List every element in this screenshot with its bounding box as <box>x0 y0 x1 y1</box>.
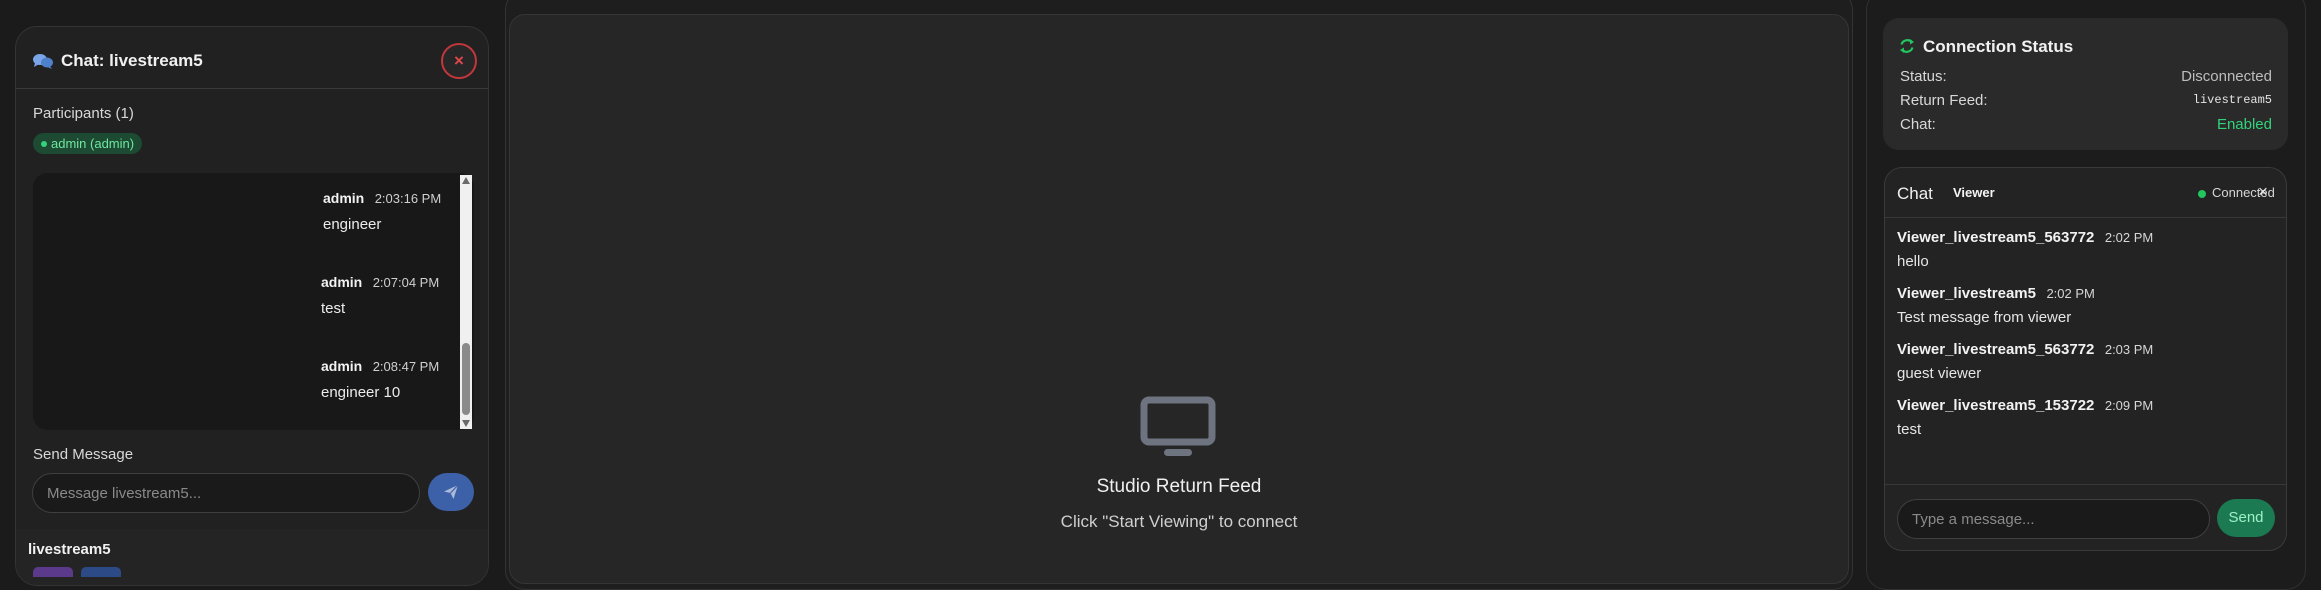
connection-status-title: Connection Status <box>1923 37 2074 56</box>
viewer-send-button[interactable]: Send <box>2217 499 2275 537</box>
message-text: engineer <box>323 216 382 233</box>
message-list[interactable]: admin 2:03:16 PM engineer admin 2:07:04 … <box>33 173 474 430</box>
chat-message: Viewer_livestream5_563772 2:03 PM guest … <box>1897 341 2153 382</box>
message-author: Viewer_livestream5 <box>1897 285 2036 302</box>
stream-name: livestream5 <box>28 541 111 558</box>
message-time: 2:07:04 PM <box>372 275 440 290</box>
message-time: 2:09 PM <box>2104 398 2154 413</box>
monitor-icon <box>1140 396 1216 456</box>
refresh-icon <box>1900 39 1914 53</box>
participant-badge: admin (admin) <box>33 133 143 154</box>
left-chat-panel: Chat: livestream5 × Participants (1) adm… <box>15 26 489 586</box>
scroll-up-arrow-icon[interactable] <box>462 177 470 184</box>
message-author: admin <box>321 358 363 374</box>
return-feed-panel <box>509 14 1849 584</box>
scrollbar-thumb[interactable] <box>462 343 470 415</box>
message-time: 2:02 PM <box>2046 286 2095 301</box>
message-author: Viewer_livestream5_153722 <box>1897 397 2095 414</box>
message-time: 2:02 PM <box>2104 230 2154 245</box>
message-text: Test message from viewer <box>1897 309 2072 326</box>
message-item: admin 2:03:16 PM engineer <box>323 190 441 233</box>
status-value: Disconnected <box>2181 68 2272 85</box>
viewer-message-input[interactable] <box>1897 499 2210 539</box>
message-text: engineer 10 <box>321 384 401 401</box>
chat-message: Viewer_livestream5 2:02 PM Test message … <box>1897 285 2095 326</box>
chat-message: Viewer_livestream5_153722 2:09 PM test <box>1897 397 2153 438</box>
status-label: Status: <box>1900 68 1947 85</box>
viewer-chat-title: Chat <box>1897 184 1933 203</box>
message-text: guest viewer <box>1897 365 1982 382</box>
message-item: admin 2:08:47 PM engineer 10 <box>321 358 439 401</box>
connected-dot-icon <box>2198 190 2206 198</box>
online-dot-icon <box>41 141 47 147</box>
message-author: Viewer_livestream5_563772 <box>1897 229 2095 246</box>
close-chat-button[interactable]: × <box>441 43 477 79</box>
scroll-down-arrow-icon[interactable] <box>462 420 470 427</box>
chat-message: Viewer_livestream5_563772 2:02 PM hello <box>1897 229 2153 270</box>
message-author: admin <box>321 274 363 290</box>
viewer-badge: Viewer <box>1953 185 1995 200</box>
message-author: admin <box>323 190 365 206</box>
chat-divider <box>1885 484 2286 485</box>
participant-name: admin (admin) <box>51 136 135 151</box>
message-text: hello <box>1897 253 1929 270</box>
chat-status-label: Chat: <box>1900 116 1936 133</box>
close-viewer-chat-button[interactable]: × <box>2258 182 2268 202</box>
chat-status-value: Enabled <box>2216 116 2272 133</box>
message-time: 2:03 PM <box>2104 342 2154 357</box>
viewer-chat-card: Chat Viewer Connected × Viewer_livestrea… <box>1884 167 2287 551</box>
message-time: 2:03:16 PM <box>374 191 442 206</box>
return-feed-label: Return Feed: <box>1900 92 1988 109</box>
message-author: Viewer_livestream5_563772 <box>1897 341 2095 358</box>
message-time: 2:08:47 PM <box>372 359 440 374</box>
send-message-label: Send Message <box>33 446 134 463</box>
message-item: admin 2:07:04 PM test <box>321 274 439 317</box>
chat-bubbles-icon <box>33 54 53 69</box>
participants-label: Participants (1) <box>33 105 134 122</box>
message-text: test <box>321 300 346 317</box>
message-text: test <box>1897 421 1922 438</box>
left-chat-title: Chat: livestream5 <box>61 51 203 70</box>
return-feed-value: livestream5 <box>2192 93 2272 107</box>
